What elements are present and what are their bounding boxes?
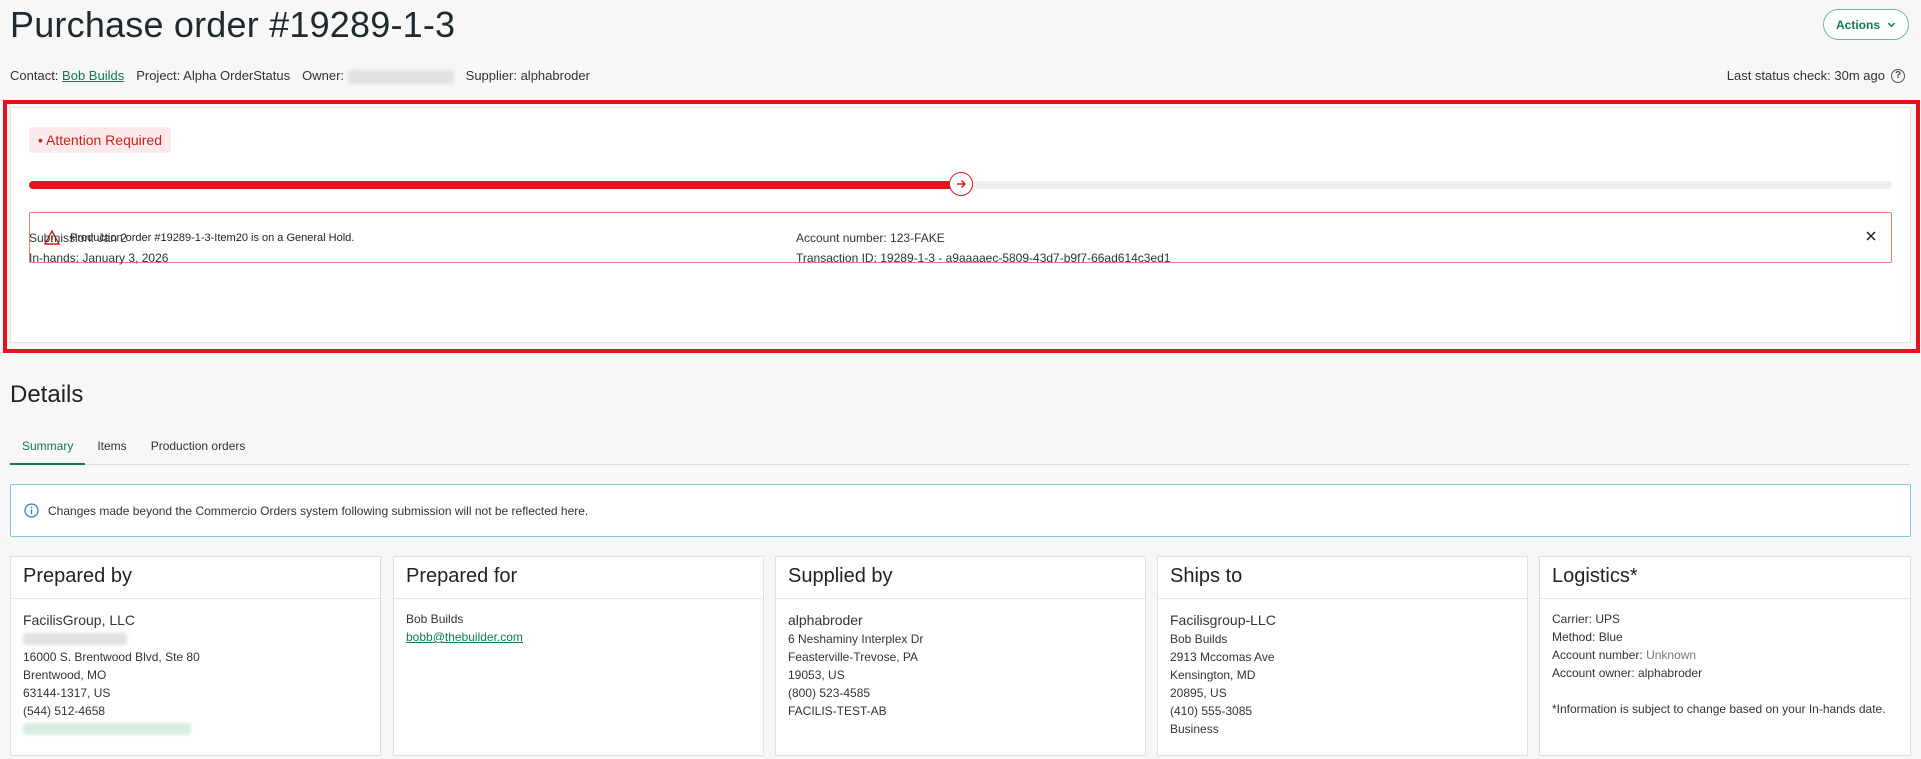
info-icon	[24, 503, 39, 518]
submission-date: Submission: Jan 2	[29, 231, 128, 245]
tab-summary[interactable]: Summary	[10, 434, 86, 465]
progress-arrow-icon	[949, 172, 973, 196]
logistics-note: *Information is subject to change based …	[1552, 702, 1886, 716]
info-banner: Changes made beyond the Commercio Orders…	[10, 484, 1911, 537]
card-supplied-by: Supplied by alphabroder 6 Neshaminy Inte…	[775, 556, 1146, 756]
status-card: • Attention Required Production order #1…	[10, 107, 1911, 343]
address-line: 16000 S. Brentwood Blvd, Ste 80	[23, 650, 200, 664]
actions-label: Actions	[1835, 17, 1880, 32]
company-name: alphabroder	[788, 612, 863, 628]
contact-link[interactable]: Bob Builds	[62, 68, 124, 83]
account-number: Account number: Unknown	[1552, 646, 1898, 664]
card-title: Logistics*	[1540, 557, 1910, 599]
contact-name: Bob Builds	[1170, 632, 1228, 646]
address-line: 20895, US	[1170, 686, 1227, 700]
card-logistics: Logistics* Carrier: UPS Method: Blue Acc…	[1539, 556, 1911, 756]
address-line: Brentwood, MO	[23, 668, 107, 682]
card-title: Supplied by	[776, 557, 1145, 599]
owner: Owner:	[302, 68, 454, 84]
actions-button[interactable]: Actions	[1823, 9, 1909, 40]
card-title: Ships to	[1158, 557, 1527, 599]
details-tabs: Summary Items Production orders	[10, 434, 1910, 465]
status-badge: • Attention Required	[29, 127, 171, 153]
company-name: FacilisGroup, LLC	[23, 612, 136, 628]
address-line: Feasterville-Trevose, PA	[788, 650, 919, 664]
help-icon[interactable]: ?	[1891, 68, 1905, 83]
address-type: Business	[1170, 722, 1219, 736]
email-link[interactable]: bobb@thebuilder.com	[406, 630, 523, 644]
page-title: Purchase order #19289-1-3	[10, 4, 456, 45]
in-hands-date: In-hands: January 3, 2026	[29, 251, 169, 265]
chevron-down-icon	[1887, 22, 1896, 28]
status-badge-text: Attention Required	[46, 132, 162, 148]
phone: (544) 512-4658	[23, 704, 106, 718]
account-owner: Account owner: alphabroder	[1552, 666, 1703, 680]
card-ships-to: Ships to Facilisgroup-LLC Bob Builds 291…	[1157, 556, 1528, 756]
phone: (800) 523-4585	[788, 686, 871, 700]
method: Method: Blue	[1552, 630, 1623, 644]
supplier-code: FACILIS-TEST-AB	[788, 704, 887, 718]
address-line: 2913 Mccomas Ave	[1170, 650, 1275, 664]
tab-production-orders[interactable]: Production orders	[139, 434, 258, 465]
last-status-check: Last status check: 30m ago ?	[1727, 68, 1905, 83]
card-title: Prepared by	[11, 557, 380, 599]
carrier: Carrier: UPS	[1552, 612, 1621, 626]
supplier: Supplier: alphabroder	[465, 68, 590, 84]
details-heading: Details	[10, 381, 84, 408]
card-prepared-by: Prepared by FacilisGroup, LLC 16000 S. B…	[10, 556, 381, 756]
transaction-id: Transaction ID: 19289-1-3 - a9aaaaec-580…	[796, 251, 1171, 265]
phone: (410) 555-3085	[1170, 704, 1253, 718]
project: Project: Alpha OrderStatus	[136, 68, 291, 84]
redacted-email	[23, 720, 368, 738]
contact: Contact: Bob Builds	[10, 68, 125, 84]
address-line: 6 Neshaminy Interplex Dr	[788, 632, 924, 646]
address-line: 19053, US	[788, 668, 845, 682]
contact-name: Bob Builds	[406, 612, 464, 626]
info-message: Changes made beyond the Commercio Orders…	[48, 503, 589, 518]
tab-items[interactable]: Items	[85, 434, 138, 465]
order-meta: Contact: Bob Builds Project: Alpha Order…	[10, 68, 590, 84]
address-line: 63144-1317, US	[23, 686, 111, 700]
close-icon[interactable]	[1865, 230, 1879, 244]
company-name: Facilisgroup-LLC	[1170, 612, 1276, 628]
account-number: Account number: 123-FAKE	[796, 231, 945, 245]
last-status-check-text: Last status check: 30m ago	[1726, 68, 1885, 83]
card-title: Prepared for	[394, 557, 763, 599]
account-number-value: Unknown	[1646, 648, 1697, 662]
address-line: Kensington, MD	[1170, 668, 1256, 682]
card-prepared-for: Prepared for Bob Builds bobb@thebuilder.…	[393, 556, 764, 756]
account-number-label: Account number:	[1552, 648, 1647, 662]
owner-redacted	[347, 69, 454, 84]
redacted-name	[23, 630, 368, 648]
progress-fill	[29, 181, 961, 189]
